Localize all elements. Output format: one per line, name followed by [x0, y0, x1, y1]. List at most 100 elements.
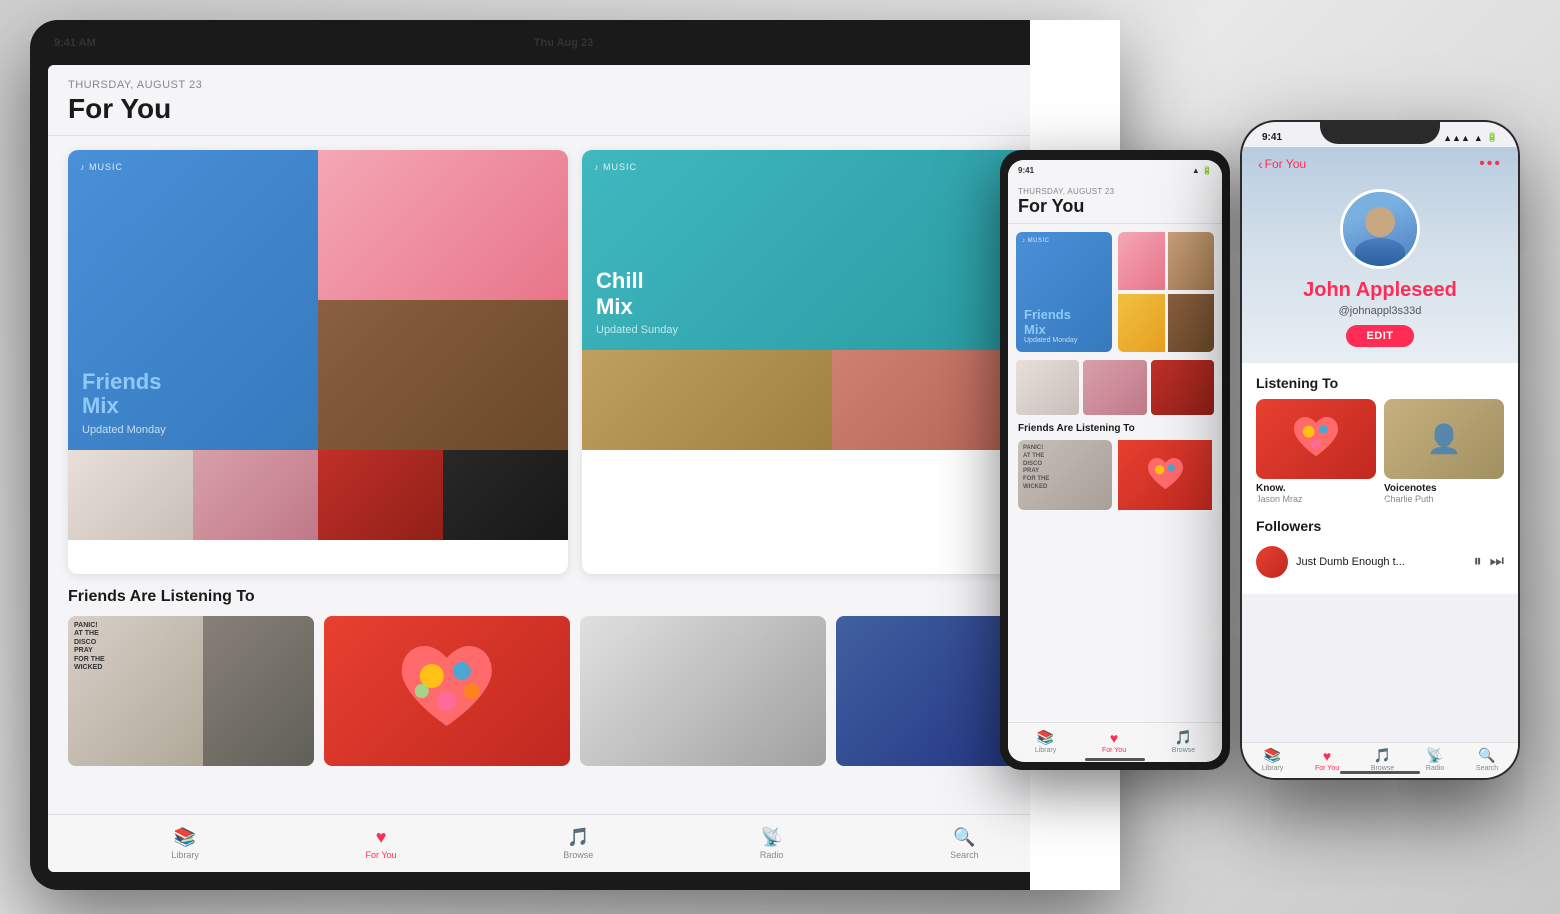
iphone-fm-line2: Mix — [1024, 322, 1046, 337]
iphone-x-screen: 9:41 ▲▲▲ ▲ 🔋 ‹ For You ••• — [1242, 122, 1518, 778]
iphone-x-radio-label: Radio — [1426, 765, 1444, 772]
profile-name: John Appleseed — [1258, 279, 1502, 302]
album-bottom-4[interactable] — [443, 450, 568, 540]
tab-search[interactable]: 🔍 Search — [934, 823, 995, 864]
library-label: Library — [171, 850, 199, 860]
iphone-x-browse-icon: 🎵 — [1374, 747, 1391, 764]
profile-avatar-wrapper — [1258, 189, 1502, 269]
iphone-x-search-label: Search — [1476, 765, 1498, 772]
search-label: Search — [950, 850, 979, 860]
back-button[interactable]: ‹ For You — [1258, 156, 1306, 172]
edit-button[interactable]: EDIT — [1346, 325, 1413, 347]
iphone-alb-4[interactable] — [1168, 294, 1215, 352]
iphone-small-status-right: ▲ 🔋 — [1192, 166, 1212, 175]
iphone-f-jason[interactable] — [1118, 440, 1212, 510]
album-bottom-2[interactable] — [193, 450, 318, 540]
iphone-x-signal: ▲▲▲ — [1443, 133, 1470, 143]
tab-radio[interactable]: 📡 Radio — [744, 823, 800, 864]
iphone-x-tab-for-you[interactable]: ♥ For You — [1315, 748, 1339, 772]
more-button[interactable]: ••• — [1479, 155, 1502, 173]
iphone-x-notch — [1320, 120, 1440, 144]
friends-mix-title-span: Friends — [82, 369, 161, 394]
iphone-library-icon: 📚 — [1037, 729, 1054, 746]
profile-avatar-face — [1365, 207, 1395, 237]
iphone-b-alb-2[interactable] — [1083, 360, 1146, 415]
iphone-x-radio-icon: 📡 — [1426, 747, 1443, 764]
iphone-alb-3[interactable] — [1118, 294, 1165, 352]
chill-line2: Mix — [596, 294, 1068, 320]
listening-section-title: Listening To — [1256, 375, 1504, 391]
iphone-b-alb-1[interactable] — [1016, 360, 1079, 415]
iphone-alb-2[interactable] — [1168, 232, 1215, 290]
iphone-b-alb-3[interactable] — [1151, 360, 1214, 415]
album-thumb-pink[interactable] — [318, 150, 568, 300]
ipad-header-text: Thursday, August 23 For You — [68, 79, 202, 125]
iphone-small-wifi: ▲ 🔋 — [1192, 166, 1212, 175]
library-icon: 📚 — [174, 827, 196, 848]
profile-edit-btn: EDIT — [1258, 325, 1502, 347]
search-icon: 🔍 — [953, 827, 975, 848]
scene: 9:41 AM Thu Aug 23 ▲ 100% 🔋 Thursday, Au… — [0, 0, 1560, 914]
iphone-tab-library[interactable]: 📚 Library — [1035, 729, 1056, 754]
iphone-alb-1[interactable] — [1118, 232, 1165, 290]
follower-item: Just Dumb Enough t... ⏸ ⏭ — [1256, 542, 1504, 582]
iphone-tab-browse[interactable]: 🎵 Browse — [1172, 729, 1195, 754]
iphone-x-tab-library[interactable]: 📚 Library — [1262, 747, 1283, 772]
tab-for-you[interactable]: ♥ For You — [350, 823, 413, 864]
friends-section-title: Friends Are Listening To — [68, 588, 1082, 606]
chill-album-1[interactable] — [582, 350, 832, 450]
followers-section-title: Followers — [1256, 518, 1504, 534]
iphone-fm-line1: Friends — [1024, 307, 1071, 322]
listening-item-2[interactable]: 👤 Voicenotes Charlie Puth — [1384, 399, 1504, 504]
iphone-fm-sub: Updated Monday — [1024, 337, 1104, 344]
tab-library[interactable]: 📚 Library — [155, 823, 215, 864]
featured-card-grid: Friends Mix Updated Monday — [68, 150, 568, 450]
ipad-time: 9:41 AM — [54, 37, 96, 49]
chill-line1: Chill — [596, 268, 1068, 294]
follower-song: Just Dumb Enough t... — [1296, 556, 1466, 568]
album-bottom-1[interactable] — [68, 450, 193, 540]
friends-mix-card[interactable]: Friends Mix Updated Monday — [68, 150, 318, 450]
album-thumb-flowers[interactable] — [318, 300, 568, 450]
skip-icon[interactable]: ⏭ — [1490, 553, 1504, 571]
friend-album-panic[interactable]: PANIC!AT THEDISCOPRAYFOR THEWICKED — [68, 616, 314, 766]
featured-card-left[interactable]: Friends Mix Updated Monday — [68, 150, 568, 574]
profile-avatar — [1340, 189, 1420, 269]
iphone-x-tab-radio[interactable]: 📡 Radio — [1426, 747, 1444, 772]
pause-icon[interactable]: ⏸ — [1474, 553, 1482, 571]
radio-label: Radio — [760, 850, 784, 860]
iphone-x-library-icon: 📚 — [1264, 747, 1281, 764]
friend-album-jason[interactable] — [324, 616, 570, 766]
iphone-x-search-icon: 🔍 — [1478, 747, 1495, 764]
iphone-x-tab-browse[interactable]: 🎵 Browse — [1371, 747, 1394, 772]
iphone-bottom-albums — [1016, 360, 1214, 415]
profile-content: Listening To — [1242, 363, 1518, 594]
listening-album-1-artist: Jason Mraz — [1256, 494, 1376, 504]
profile-name-black: John — [1303, 279, 1356, 301]
iphone-friends-mix[interactable]: Friends Mix Updated Monday — [1016, 232, 1112, 352]
iphone-small-content: Friends Mix Updated Monday — [1008, 224, 1222, 722]
listening-item-1[interactable]: Know. Jason Mraz — [1256, 399, 1376, 504]
iphone-f-panic[interactable]: PANIC!AT THEDISCOPRAYFOR THEWICKED — [1018, 440, 1112, 510]
iphone-small-header: Thursday, August 23 For You — [1008, 181, 1222, 224]
bottom-albums-row: ▶ — [68, 450, 568, 540]
friend-album-bw[interactable] — [580, 616, 826, 766]
album-bottom-3[interactable] — [318, 450, 443, 540]
heart-svg — [373, 646, 521, 736]
player-controls-follower: ⏸ ⏭ — [1474, 553, 1504, 571]
iphone-small-screen: 9:41 ▲ 🔋 Thursday, August 23 For You Fri… — [1008, 160, 1222, 762]
iphone-tab-for-you[interactable]: ♥ For You — [1102, 730, 1126, 754]
iphone-x-device: 9:41 ▲▲▲ ▲ 🔋 ‹ For You ••• — [1240, 120, 1520, 780]
ipad-header: Thursday, August 23 For You — [48, 65, 1102, 136]
iphone-heart — [1118, 440, 1212, 510]
tab-browse[interactable]: 🎵 Browse — [547, 823, 609, 864]
friends-mix-updated: Updated Monday — [82, 424, 304, 436]
chill-mix-subtitle: Updated Sunday — [596, 324, 1068, 336]
iphone-x-wifi-icon: ▲ — [1474, 133, 1483, 143]
ipad-tab-bar: 📚 Library ♥ For You 🎵 Browse 📡 Radio 🔍 — [48, 814, 1102, 872]
iphone-x-tab-search[interactable]: 🔍 Search — [1476, 747, 1498, 772]
profile-nav: ‹ For You ••• — [1258, 147, 1502, 181]
friends-mix-title: Friends Mix — [82, 370, 304, 418]
iphone-small-title: For You — [1018, 196, 1212, 217]
back-label: For You — [1265, 157, 1306, 171]
